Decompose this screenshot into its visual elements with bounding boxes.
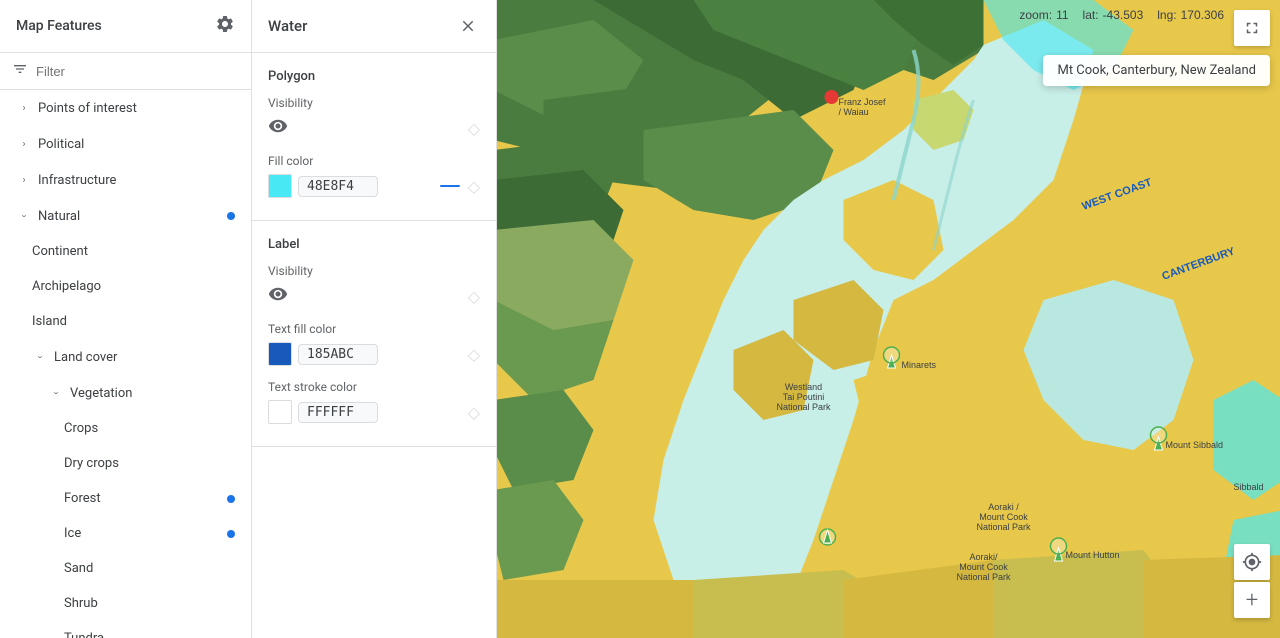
fullscreen-button[interactable] bbox=[1234, 10, 1270, 46]
label-section: Label Visibility ◇ Text fill color 185AB… bbox=[252, 221, 496, 447]
label-visibility-label: Visibility bbox=[268, 264, 480, 278]
fill-color-value: 48E8F4 bbox=[298, 176, 378, 197]
fill-color-label: Fill color bbox=[268, 154, 480, 168]
sidebar-item-label: Island bbox=[32, 314, 67, 329]
feature-panel: Water Polygon Visibility ◇ Fill color 48… bbox=[252, 0, 497, 638]
fill-color-swatch[interactable] bbox=[268, 174, 292, 198]
lng-label: lng: bbox=[1157, 8, 1176, 22]
keyframe-diamond-icon[interactable]: ◇ bbox=[468, 287, 480, 306]
lat-label: lat: bbox=[1083, 8, 1099, 22]
sidebar-item-crops[interactable]: Crops bbox=[0, 411, 251, 446]
text-fill-color-control[interactable]: 185ABC bbox=[268, 342, 378, 366]
sidebar-item-label: Land cover bbox=[54, 350, 117, 365]
sidebar-item-label: Crops bbox=[64, 421, 98, 436]
location-tooltip-text: Mt Cook, Canterbury, New Zealand bbox=[1057, 63, 1256, 78]
sidebar-item-archipelago[interactable]: Archipelago bbox=[0, 269, 251, 304]
keyframe-diamond-icon[interactable]: ◇ bbox=[468, 345, 480, 364]
filter-bar[interactable] bbox=[0, 53, 251, 90]
sidebar-item-label: Sand bbox=[64, 561, 93, 576]
zoom-in-button[interactable]: + bbox=[1234, 582, 1270, 618]
lat-value: -43.503 bbox=[1103, 8, 1144, 22]
text-fill-color-value: 185ABC bbox=[298, 344, 378, 365]
close-button[interactable] bbox=[456, 14, 480, 38]
dot-indicator bbox=[227, 530, 235, 538]
sidebar-item-dry-crops[interactable]: Dry crops bbox=[0, 446, 251, 481]
text-stroke-color-control[interactable]: FFFFFF bbox=[268, 400, 378, 424]
dot-indicator bbox=[227, 212, 235, 220]
sidebar-item-natural[interactable]: › Natural bbox=[0, 198, 251, 234]
panel-header: Water bbox=[252, 0, 496, 53]
sidebar-item-points-of-interest[interactable]: › Points of interest bbox=[0, 90, 251, 126]
dot-indicator bbox=[227, 495, 235, 503]
locate-me-button[interactable] bbox=[1234, 544, 1270, 580]
chevron-down-icon: › bbox=[48, 385, 64, 401]
polygon-section: Polygon Visibility ◇ Fill color 48E8F4 ◇ bbox=[252, 53, 496, 221]
sidebar-item-label: Ice bbox=[64, 526, 81, 541]
keyframe-diamond-icon[interactable]: ◇ bbox=[468, 177, 480, 196]
sidebar-item-label: Shrub bbox=[64, 596, 98, 611]
chevron-right-icon: › bbox=[16, 100, 32, 116]
minus-line-icon bbox=[440, 185, 460, 187]
sidebar-item-label: Tundra bbox=[64, 631, 104, 638]
sidebar-title: Map Features bbox=[16, 18, 102, 34]
text-stroke-color-value: FFFFFF bbox=[298, 402, 378, 423]
sidebar-item-political[interactable]: › Political bbox=[0, 126, 251, 162]
label-section-title: Label bbox=[268, 237, 480, 252]
chevron-down-icon: › bbox=[16, 208, 32, 224]
text-stroke-color-label: Text stroke color bbox=[268, 380, 480, 394]
chevron-right-icon: › bbox=[16, 136, 32, 152]
location-tooltip: Mt Cook, Canterbury, New Zealand bbox=[1043, 55, 1270, 86]
sidebar-item-label: Dry crops bbox=[64, 456, 119, 471]
zoom-label: zoom: bbox=[1019, 8, 1052, 22]
keyframe-diamond-icon[interactable]: ◇ bbox=[468, 119, 480, 138]
filter-input[interactable] bbox=[36, 64, 239, 79]
sidebar-item-forest[interactable]: Forest bbox=[0, 481, 251, 516]
lng-value: 170.306 bbox=[1181, 8, 1224, 22]
sidebar-item-vegetation[interactable]: › Vegetation bbox=[0, 375, 251, 411]
sidebar-item-label: Archipelago bbox=[32, 279, 101, 294]
visibility-eye-icon[interactable] bbox=[268, 116, 288, 140]
sidebar-item-label: Forest bbox=[64, 491, 101, 506]
text-fill-color-label: Text fill color bbox=[268, 322, 480, 336]
label-visibility-eye-icon[interactable] bbox=[268, 284, 288, 308]
sidebar-item-shrub[interactable]: Shrub bbox=[0, 586, 251, 621]
map-area[interactable]: WEST COAST CANTERBURY WEST COAST CANTERB… bbox=[497, 0, 1280, 638]
sidebar-item-sand[interactable]: Sand bbox=[0, 551, 251, 586]
sidebar-item-ice[interactable]: Ice bbox=[0, 516, 251, 551]
zoom-value: 11 bbox=[1056, 8, 1068, 22]
sidebar-item-land-cover[interactable]: › Land cover bbox=[0, 339, 251, 375]
settings-icon[interactable] bbox=[215, 14, 235, 38]
filter-icon bbox=[12, 61, 28, 81]
sidebar-item-label: Infrastructure bbox=[38, 173, 116, 188]
sidebar-items-list: › Points of interest › Political › Infra… bbox=[0, 90, 251, 638]
sidebar-header: Map Features bbox=[0, 0, 251, 53]
panel-title: Water bbox=[268, 17, 307, 35]
chevron-right-icon: › bbox=[16, 172, 32, 188]
sidebar-item-label: Political bbox=[38, 137, 84, 152]
keyframe-diamond-icon[interactable]: ◇ bbox=[468, 403, 480, 422]
sidebar-item-label: Natural bbox=[38, 209, 80, 224]
text-stroke-color-swatch[interactable] bbox=[268, 400, 292, 424]
text-fill-color-swatch[interactable] bbox=[268, 342, 292, 366]
sidebar-item-tundra[interactable]: Tundra bbox=[0, 621, 251, 638]
sidebar-item-island[interactable]: Island bbox=[0, 304, 251, 339]
sidebar: Map Features › Points of interest › Poli… bbox=[0, 0, 252, 638]
visibility-label: Visibility bbox=[268, 96, 480, 110]
fill-color-control[interactable]: 48E8F4 bbox=[268, 174, 378, 198]
polygon-section-title: Polygon bbox=[268, 69, 480, 84]
sidebar-item-label: Continent bbox=[32, 244, 88, 259]
sidebar-item-label: Points of interest bbox=[38, 101, 137, 116]
sidebar-item-infrastructure[interactable]: › Infrastructure bbox=[0, 162, 251, 198]
sidebar-item-continent[interactable]: Continent bbox=[0, 234, 251, 269]
chevron-down-icon: › bbox=[32, 349, 48, 365]
map-controls: + bbox=[1234, 544, 1270, 618]
sidebar-item-label: Vegetation bbox=[70, 386, 132, 401]
